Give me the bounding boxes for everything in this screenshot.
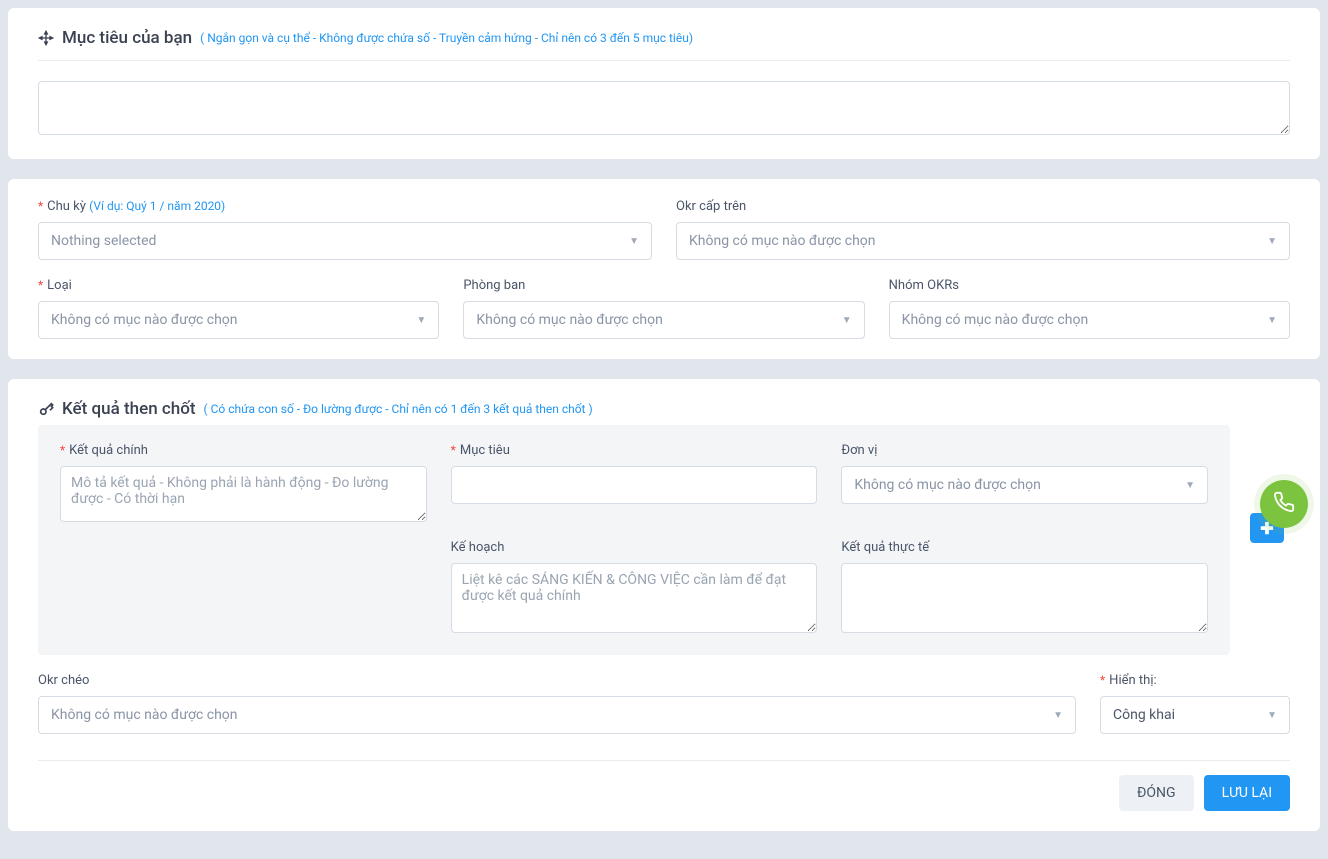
parent-okr-value: Không có mục nào được chọn xyxy=(689,233,876,249)
unit-label: Đơn vị xyxy=(841,443,1208,458)
actual-input[interactable] xyxy=(841,563,1208,633)
okr-group-value: Không có mục nào được chọn xyxy=(902,312,1089,328)
chevron-down-icon: ▼ xyxy=(416,315,426,326)
cycle-label: Chu kỳ (Ví dụ: Quý 1 / năm 2020) xyxy=(38,199,652,214)
key-results-card: Kết quả then chốt ( Có chứa con số - Đo … xyxy=(8,379,1320,831)
phone-fab[interactable] xyxy=(1260,480,1308,528)
target-label: Mục tiêu xyxy=(451,443,818,458)
actual-label: Kết quả thực tế xyxy=(841,540,1208,555)
close-button[interactable]: ĐÓNG xyxy=(1119,775,1194,811)
cross-okr-select[interactable]: Không có mục nào được chọn ▼ xyxy=(38,696,1076,734)
chevron-down-icon: ▼ xyxy=(1053,710,1063,721)
objective-header: Mục tiêu của bạn ( Ngắn gọn và cụ thể - … xyxy=(38,28,1290,61)
key-result-item: Kết quả chính Mục tiêu Đơn vị Không có m… xyxy=(38,425,1230,655)
type-value: Không có mục nào được chọn xyxy=(51,312,238,328)
department-select[interactable]: Không có mục nào được chọn ▼ xyxy=(463,301,864,339)
parent-okr-label: Okr cấp trên xyxy=(676,199,1290,214)
objective-hint: ( Ngắn gọn và cụ thể - Không được chứa s… xyxy=(200,31,693,45)
divider xyxy=(38,760,1290,761)
kr-label: Kết quả chính xyxy=(60,443,427,458)
parent-okr-select[interactable]: Không có mục nào được chọn ▼ xyxy=(676,222,1290,260)
key-icon xyxy=(38,401,54,417)
cycle-select-value: Nothing selected xyxy=(51,233,156,249)
cross-okr-value: Không có mục nào được chọn xyxy=(51,707,238,723)
cycle-select[interactable]: Nothing selected ▼ xyxy=(38,222,652,260)
chevron-down-icon: ▼ xyxy=(1185,480,1195,491)
department-label: Phòng ban xyxy=(463,278,864,293)
visibility-select[interactable]: Công khai ▼ xyxy=(1100,696,1290,734)
move-icon xyxy=(38,30,54,46)
phone-icon xyxy=(1273,491,1295,517)
modal-footer: ĐÓNG LƯU LẠI xyxy=(38,775,1290,811)
kr-description-input[interactable] xyxy=(60,466,427,522)
visibility-value: Công khai xyxy=(1113,707,1175,723)
save-button[interactable]: LƯU LẠI xyxy=(1204,775,1290,811)
plan-input[interactable] xyxy=(451,563,818,633)
meta-card: Chu kỳ (Ví dụ: Quý 1 / năm 2020) Nothing… xyxy=(8,179,1320,359)
visibility-label: Hiển thị: xyxy=(1100,673,1290,688)
objective-card: Mục tiêu của bạn ( Ngắn gọn và cụ thể - … xyxy=(8,8,1320,159)
key-results-title: Kết quả then chốt xyxy=(62,399,196,419)
type-select[interactable]: Không có mục nào được chọn ▼ xyxy=(38,301,439,339)
unit-value: Không có mục nào được chọn xyxy=(854,477,1041,493)
cross-okr-label: Okr chéo xyxy=(38,673,1076,688)
chevron-down-icon: ▼ xyxy=(1267,315,1277,326)
chevron-down-icon: ▼ xyxy=(1267,710,1277,721)
okr-group-select[interactable]: Không có mục nào được chọn ▼ xyxy=(889,301,1290,339)
plan-label: Kế hoạch xyxy=(451,540,818,555)
objective-title: Mục tiêu của bạn xyxy=(62,28,192,48)
department-value: Không có mục nào được chọn xyxy=(476,312,663,328)
chevron-down-icon: ▼ xyxy=(1267,236,1277,247)
key-results-header: Kết quả then chốt ( Có chứa con số - Đo … xyxy=(38,399,1290,425)
chevron-down-icon: ▼ xyxy=(842,315,852,326)
type-label: Loại xyxy=(38,278,439,293)
unit-select[interactable]: Không có mục nào được chọn ▼ xyxy=(841,466,1208,504)
objective-input[interactable] xyxy=(38,81,1290,135)
target-input[interactable] xyxy=(451,466,818,504)
key-results-hint: ( Có chứa con số - Đo lường được - Chỉ n… xyxy=(204,402,593,416)
okr-group-label: Nhóm OKRs xyxy=(889,278,1290,293)
chevron-down-icon: ▼ xyxy=(629,236,639,247)
